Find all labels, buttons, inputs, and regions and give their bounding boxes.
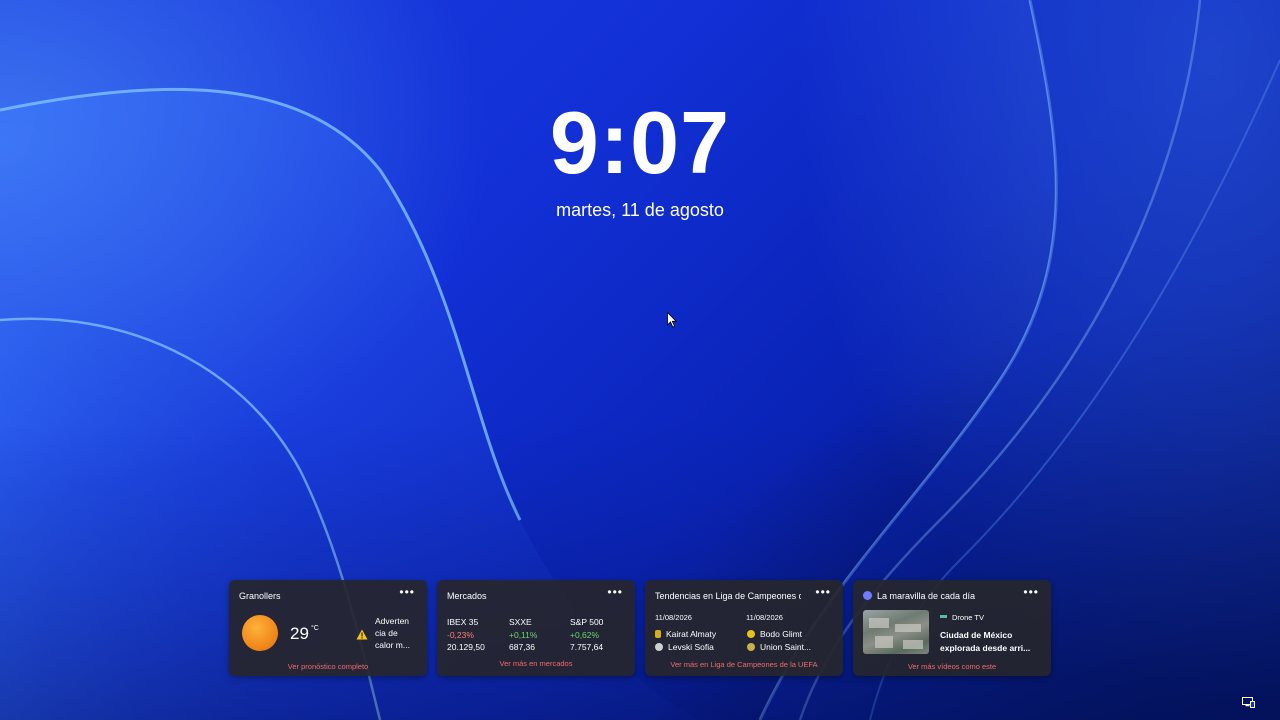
weather-unit: °C bbox=[311, 625, 319, 632]
markets-more-link[interactable]: Ver más en mercados bbox=[437, 659, 635, 668]
more-options-icon[interactable]: ••• bbox=[399, 585, 415, 599]
weather-alert[interactable]: Adverten cia de calor m... bbox=[375, 615, 423, 651]
markets-widget[interactable]: Mercados ••• IBEX 35 -0,23% 20.129,50 SX… bbox=[437, 580, 635, 676]
team-row[interactable]: Union Saint... bbox=[747, 642, 811, 652]
team-row[interactable]: Kairat Almaty bbox=[655, 629, 716, 639]
team-crest-icon bbox=[747, 630, 755, 638]
match-date: 11/08/2026 bbox=[746, 613, 783, 622]
drone-tv-logo bbox=[940, 615, 947, 618]
video-more-link[interactable]: Ver más vídeos como este bbox=[853, 662, 1051, 671]
market-index[interactable]: S&P 500 +0,62% 7.757,64 bbox=[570, 616, 603, 654]
video-widget-title: La maravilla de cada día bbox=[877, 591, 976, 601]
team-crest-icon bbox=[655, 630, 661, 638]
lockscreen-date: martes, 11 de agosto bbox=[556, 200, 724, 220]
mouse-pointer-icon bbox=[667, 311, 678, 333]
sports-title: Tendencias en Liga de Campeones de la UE… bbox=[655, 591, 801, 601]
match-date: 11/08/2026 bbox=[655, 613, 692, 622]
video-headline[interactable]: Ciudad de México explorada desde arri... bbox=[940, 629, 1045, 654]
weather-location: Granollers bbox=[239, 591, 281, 601]
video-thumbnail[interactable] bbox=[863, 610, 929, 654]
warning-icon bbox=[356, 627, 368, 645]
team-crest-icon bbox=[747, 643, 755, 651]
markets-title: Mercados bbox=[447, 591, 487, 601]
more-options-icon[interactable]: ••• bbox=[607, 585, 623, 599]
market-index[interactable]: IBEX 35 -0,23% 20.129,50 bbox=[447, 616, 485, 654]
team-row[interactable]: Levski Sofia bbox=[655, 642, 714, 652]
weather-widget[interactable]: Granollers ••• 29 °C Adverten cia de cal… bbox=[229, 580, 427, 676]
video-source: Drone TV bbox=[940, 613, 984, 622]
sports-widget[interactable]: Tendencias en Liga de Campeones de la UE… bbox=[645, 580, 843, 676]
video-play-icon bbox=[863, 591, 872, 600]
network-icon[interactable] bbox=[1242, 695, 1255, 713]
sun-icon bbox=[242, 615, 278, 651]
team-row[interactable]: Bodo Glimt bbox=[747, 629, 802, 639]
sports-more-link[interactable]: Ver más en Liga de Campeones de la UEFA bbox=[645, 660, 843, 669]
more-options-icon[interactable]: ••• bbox=[1023, 585, 1039, 599]
market-index[interactable]: SXXE +0,11% 687,36 bbox=[509, 616, 537, 654]
more-options-icon[interactable]: ••• bbox=[815, 585, 831, 599]
weather-temperature: 29 bbox=[290, 624, 309, 643]
video-widget[interactable]: La maravilla de cada día ••• Drone TV Ci… bbox=[853, 580, 1051, 676]
weather-forecast-link[interactable]: Ver pronóstico completo bbox=[229, 662, 427, 671]
lockscreen-clock: 9:07 bbox=[549, 93, 731, 192]
team-crest-icon bbox=[655, 643, 663, 651]
